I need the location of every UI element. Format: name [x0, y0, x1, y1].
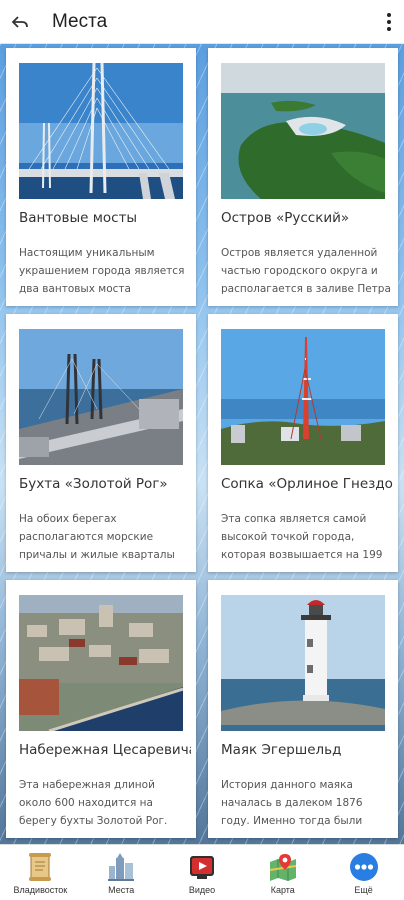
nav-item-places[interactable]: Места: [81, 845, 162, 900]
nav-label: Карта: [270, 885, 295, 895]
place-card[interactable]: Маяк Эгершельд История данного маяка нач…: [208, 580, 398, 838]
nav-item-video[interactable]: Видео: [162, 845, 243, 900]
place-description: На обоих берегах располагаются морские п…: [19, 513, 175, 561]
app-bar: Места: [0, 0, 404, 44]
place-title: Остров «Русский»: [221, 210, 350, 226]
nav-label: Владивосток: [13, 885, 68, 895]
place-title: Сопка «Орлиное Гнездо: [221, 476, 393, 492]
place-photo-embankment: [19, 595, 183, 731]
place-card[interactable]: Набережная Цесаревича Эта набережная дли…: [6, 580, 196, 838]
place-photo-bridge: [19, 63, 183, 199]
place-card[interactable]: Остров «Русский» Остров является удаленн…: [208, 48, 398, 306]
video-icon: [186, 851, 218, 883]
place-photo-bay: [19, 329, 183, 465]
overflow-dot-icon: [387, 12, 391, 17]
place-title: Набережная Цесаревича: [19, 742, 191, 758]
place-description: Настоящим уникальным украшением города я…: [19, 247, 185, 295]
nav-item-vladivostok[interactable]: Владивосток: [0, 845, 81, 900]
overflow-menu-button[interactable]: [374, 0, 404, 44]
place-card[interactable]: Бухта «Золотой Рог» На обоих берегах рас…: [6, 314, 196, 572]
place-card[interactable]: Сопка «Орлиное Гнездо Эта сопка является…: [208, 314, 398, 572]
more-icon: [348, 851, 380, 883]
place-photo-island: [221, 63, 385, 199]
place-description: Эта сопка является самой высокой точкой …: [221, 513, 383, 561]
city-icon: [105, 851, 137, 883]
nav-item-more[interactable]: Ещё: [323, 845, 404, 900]
nav-item-map[interactable]: Карта: [242, 845, 323, 900]
scroll-icon: [24, 851, 56, 883]
place-photo-tv-tower: [221, 329, 385, 465]
nav-label: Места: [108, 885, 135, 895]
place-card[interactable]: Вантовые мосты Настоящим уникальным укра…: [6, 48, 196, 306]
nav-label: Видео: [188, 885, 216, 895]
place-photo-lighthouse: [221, 595, 385, 731]
page-title: Места: [52, 10, 108, 32]
overflow-dot-icon: [387, 19, 391, 24]
map-icon: [267, 851, 299, 883]
nav-label: Ещё: [354, 885, 373, 895]
place-description: Эта набережная длиной около 600 находитс…: [19, 779, 168, 827]
overflow-dot-icon: [387, 26, 391, 31]
back-button[interactable]: [2, 0, 38, 44]
bottom-navigation: Владивосток Места Видео Карта Ещё: [0, 844, 404, 900]
places-grid: Вантовые мосты Настоящим уникальным укра…: [4, 48, 400, 840]
place-description: История данного маяка началась в далеком…: [221, 779, 363, 827]
place-title: Бухта «Золотой Рог»: [19, 476, 168, 492]
place-title: Вантовые мосты: [19, 210, 138, 226]
place-title: Маяк Эгершельд: [221, 742, 342, 758]
back-arrow-icon: [11, 15, 28, 28]
place-description: Остров является удаленной частью городск…: [221, 247, 391, 295]
